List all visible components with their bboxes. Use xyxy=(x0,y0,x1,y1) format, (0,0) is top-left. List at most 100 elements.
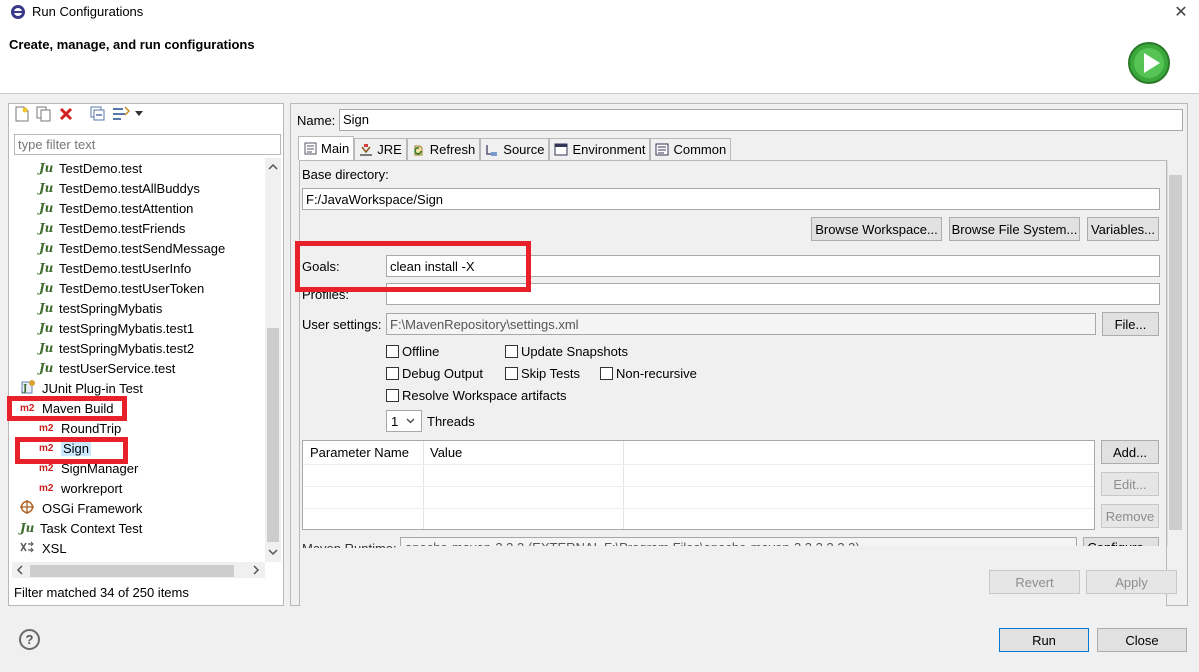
junit-icon: Ju xyxy=(39,301,54,315)
param-value-header[interactable]: Value xyxy=(430,445,462,460)
environment-icon xyxy=(554,143,568,157)
checkbox-box[interactable] xyxy=(386,389,399,402)
column-divider xyxy=(623,441,624,529)
tree-item-task-context-test[interactable]: Ju Task Context Test xyxy=(20,518,142,538)
tree-item-testuserservice-test[interactable]: Ju testUserService.test xyxy=(39,358,175,378)
maven-icon: m2 xyxy=(39,422,54,434)
browse-workspace-button[interactable]: Browse Workspace... xyxy=(811,217,942,241)
edit-parameter-button[interactable]: Edit... xyxy=(1101,472,1159,496)
scroll-down-icon[interactable] xyxy=(268,548,278,556)
svg-text:J: J xyxy=(22,384,27,394)
tree-item-testdemo-testusertoken[interactable]: Ju TestDemo.testUserToken xyxy=(39,278,204,298)
maven-icon: m2 xyxy=(39,462,54,474)
close-button[interactable]: Close xyxy=(1097,628,1187,652)
user-settings-input[interactable]: F:\MavenRepository\settings.xml xyxy=(386,313,1096,335)
banner-title: Create, manage, and run configurations xyxy=(9,37,255,52)
tree-item-testdemo-testsendmessage[interactable]: Ju TestDemo.testSendMessage xyxy=(39,238,225,258)
maven-runtime-select[interactable]: apache-maven-3.3.3 (EXTERNAL F:\Program … xyxy=(400,537,1077,546)
add-parameter-button[interactable]: Add... xyxy=(1101,440,1159,464)
tab-jre[interactable]: JRE xyxy=(354,138,407,160)
checkbox-box[interactable] xyxy=(505,345,518,358)
update-snapshots-checkbox[interactable]: Update Snapshots xyxy=(505,344,628,359)
close-window-button[interactable]: ✕ xyxy=(1168,2,1194,22)
name-label: Name: xyxy=(297,113,336,128)
browse-file-system-button[interactable]: Browse File System... xyxy=(949,217,1080,241)
duplicate-icon[interactable] xyxy=(35,105,53,123)
junit-icon: Ju xyxy=(39,261,54,275)
help-icon[interactable]: ? xyxy=(19,629,40,650)
tree-item-testspringmybatis[interactable]: Ju testSpringMybatis xyxy=(39,298,162,318)
scroll-left-icon[interactable] xyxy=(16,565,24,575)
revert-button[interactable]: Revert xyxy=(989,570,1080,594)
filter-icon[interactable] xyxy=(112,105,130,123)
tree-item-workreport[interactable]: m2 workreport xyxy=(39,478,122,498)
tab-environment[interactable]: Environment xyxy=(549,138,651,160)
dropdown-icon[interactable] xyxy=(132,105,146,123)
tree-item-testspringmybatis-test2[interactable]: Ju testSpringMybatis.test2 xyxy=(39,338,194,358)
tab-source[interactable]: Source xyxy=(480,138,550,160)
tree-item-testdemo-test[interactable]: Ju TestDemo.test xyxy=(39,158,142,178)
tree-item-testspringmybatis-test1[interactable]: Ju testSpringMybatis.test1 xyxy=(39,318,194,338)
tree-item-testdemo-testuserinfo[interactable]: Ju TestDemo.testUserInfo xyxy=(39,258,191,278)
param-name-header[interactable]: Parameter Name xyxy=(310,445,409,460)
collapse-all-icon[interactable] xyxy=(89,105,107,123)
row-divider xyxy=(303,486,1094,487)
junit-icon: Ju xyxy=(39,361,54,375)
tree-item-roundtrip[interactable]: m2 RoundTrip xyxy=(39,418,121,438)
skip-tests-checkbox[interactable]: Skip Tests xyxy=(505,366,580,381)
tree-item-testdemo-testattention[interactable]: Ju TestDemo.testAttention xyxy=(39,198,193,218)
annotation-box-goals xyxy=(295,241,531,292)
tab-common[interactable]: Common xyxy=(650,138,732,160)
source-icon xyxy=(485,143,499,157)
base-directory-label: Base directory: xyxy=(302,167,389,182)
xsl-icon xyxy=(20,541,40,556)
filter-input[interactable] xyxy=(14,134,281,155)
filter-status: Filter matched 34 of 250 items xyxy=(14,585,189,600)
window-title: Run Configurations xyxy=(32,4,144,19)
junit-icon: Ju xyxy=(20,521,35,535)
checkbox-box[interactable] xyxy=(386,345,399,358)
header-banner xyxy=(0,24,1199,94)
junit-plugin-icon: J xyxy=(20,379,40,398)
checkbox-box[interactable] xyxy=(386,367,399,380)
non-recursive-checkbox[interactable]: Non-recursive xyxy=(600,366,697,381)
tab-main[interactable]: Main xyxy=(298,136,355,160)
junit-icon: Ju xyxy=(39,201,54,215)
variables-button[interactable]: Variables... xyxy=(1087,217,1159,241)
tree-item-junit-plugin-test[interactable]: J JUnit Plug-in Test xyxy=(20,378,143,398)
eclipse-icon xyxy=(11,5,25,19)
debug-output-checkbox[interactable]: Debug Output xyxy=(386,366,483,381)
title-bar xyxy=(0,0,1199,24)
checkbox-box[interactable] xyxy=(505,367,518,380)
threads-select[interactable]: 1 xyxy=(386,410,422,432)
apply-button[interactable]: Apply xyxy=(1086,570,1177,594)
scroll-up-icon[interactable] xyxy=(268,163,278,171)
name-input[interactable]: Sign xyxy=(339,109,1183,131)
junit-icon: Ju xyxy=(39,221,54,235)
configure-runtime-button[interactable]: Configure... xyxy=(1083,537,1159,546)
junit-icon: Ju xyxy=(39,321,54,335)
tree-horizontal-scroll-thumb[interactable] xyxy=(30,565,234,577)
tree-item-xsl[interactable]: XSL xyxy=(20,538,67,558)
delete-icon[interactable] xyxy=(57,105,75,123)
base-directory-input[interactable]: F:/JavaWorkspace/Sign xyxy=(302,188,1160,210)
tree-item-osgi-framework[interactable]: OSGi Framework xyxy=(20,498,142,518)
tree-item-testdemo-testallbuddys[interactable]: Ju TestDemo.testAllBuddys xyxy=(39,178,200,198)
resolve-workspace-checkbox[interactable]: Resolve Workspace artifacts xyxy=(386,388,567,403)
junit-icon: Ju xyxy=(39,161,54,175)
new-config-icon[interactable] xyxy=(13,105,31,123)
tree-vertical-scroll-thumb[interactable] xyxy=(267,328,279,542)
annotation-box-sign xyxy=(15,437,128,464)
junit-icon: Ju xyxy=(39,281,54,295)
offline-checkbox[interactable]: Offline xyxy=(386,344,439,359)
tab-refresh[interactable]: Refresh xyxy=(406,138,481,160)
content-vertical-scroll-thumb[interactable] xyxy=(1169,175,1182,530)
remove-parameter-button[interactable]: Remove xyxy=(1101,504,1159,528)
main-tab-icon xyxy=(303,142,317,156)
checkbox-box[interactable] xyxy=(600,367,613,380)
run-button[interactable]: Run xyxy=(999,628,1089,652)
file-button[interactable]: File... xyxy=(1102,312,1159,336)
scroll-right-icon[interactable] xyxy=(252,565,260,575)
tree-item-testdemo-testfriends[interactable]: Ju TestDemo.testFriends xyxy=(39,218,185,238)
parameter-table[interactable] xyxy=(302,440,1095,530)
